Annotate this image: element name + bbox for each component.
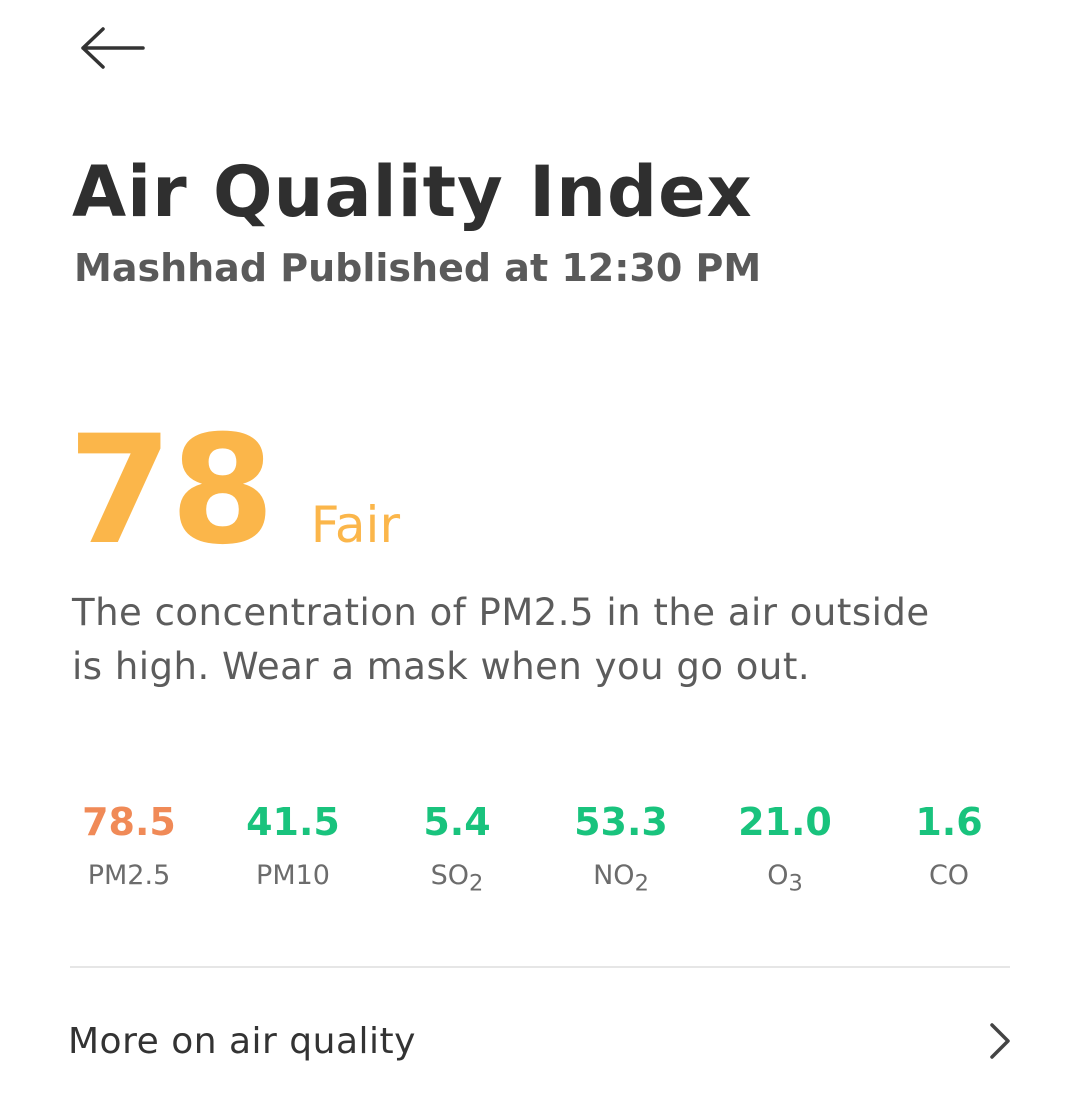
- pollutant-item-co: 1.6 CO: [867, 794, 1031, 903]
- aqi-value: 78: [68, 404, 275, 578]
- pollutant-value: 1.6: [915, 800, 983, 844]
- pollutant-list: 78.5 PM2.5 41.5 PM10 5.4 SO2 53.3 NO2 21…: [47, 794, 1031, 903]
- arrow-left-icon: [79, 26, 145, 74]
- pollutant-item-pm10: 41.5 PM10: [211, 794, 375, 903]
- aqi-advice: The concentration of PM2.5 in the air ou…: [72, 591, 930, 688]
- pollutant-name: PM2.5: [87, 860, 171, 891]
- aqi-level-label: Fair: [310, 496, 401, 554]
- pollutant-value: 53.3: [574, 800, 668, 844]
- pollutant-item-so2: 5.4 SO2: [375, 794, 539, 903]
- pollutant-name: PM10: [256, 860, 330, 891]
- pollutant-value: 78.5: [82, 800, 176, 844]
- pollutant-item-no2: 53.3 NO2: [539, 794, 703, 903]
- city-name: Mashhad: [74, 246, 268, 290]
- pollutant-name: O3: [767, 860, 803, 897]
- more-on-air-quality-link[interactable]: More on air quality: [68, 1005, 1020, 1077]
- pollutant-item-pm25: 78.5 PM2.5: [47, 794, 211, 903]
- pollutant-value: 41.5: [246, 800, 340, 844]
- back-button[interactable]: [74, 22, 150, 78]
- pollutant-value: 5.4: [423, 800, 491, 844]
- chevron-right-icon: [980, 1017, 1020, 1065]
- page-title: Air Quality Index: [72, 151, 753, 233]
- pollutant-name: CO: [928, 860, 970, 891]
- pollutant-value: 21.0: [738, 800, 832, 844]
- pollutant-name: SO2: [430, 860, 484, 897]
- more-link-label: More on air quality: [68, 1020, 416, 1062]
- air-quality-page: Air Quality Index Mashhad Published at 1…: [0, 0, 1080, 1105]
- pollutant-name: NO2: [593, 860, 649, 897]
- divider: [70, 966, 1010, 968]
- aqi-summary: 78 Fair: [68, 416, 400, 566]
- pollutant-item-o3: 21.0 O3: [703, 794, 867, 903]
- page-subtitle: Mashhad Published at 12:30 PM: [74, 246, 761, 292]
- published-time: Published at 12:30 PM: [280, 246, 762, 290]
